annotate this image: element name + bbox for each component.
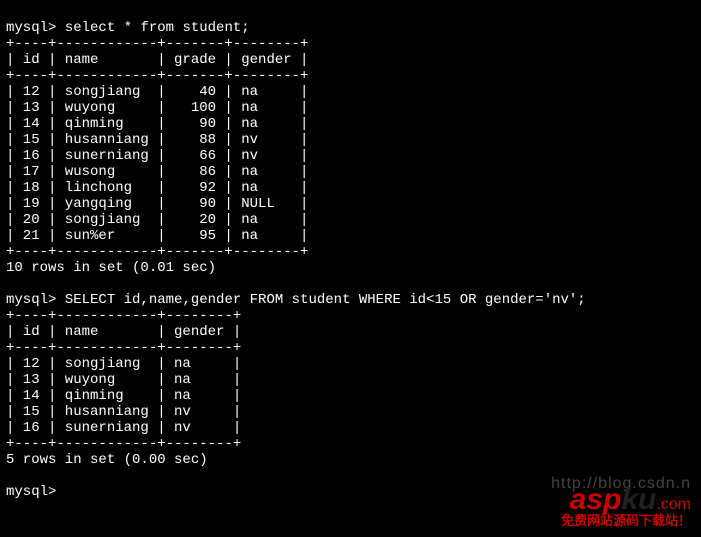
table1-row: | 18 | linchong | 92 | na | xyxy=(6,180,308,196)
table1-row: | 19 | yangqing | 90 | NULL | xyxy=(6,196,308,212)
watermark-sub: 免费网站源码下载站！ xyxy=(551,513,691,529)
table1-row: | 13 | wuyong | 100 | na | xyxy=(6,100,308,116)
sql-command-2: SELECT id,name,gender FROM student WHERE… xyxy=(65,292,586,308)
table2-header: | id | name | gender | xyxy=(6,324,241,340)
terminal-output: mysql> select * from student; +----+----… xyxy=(0,0,701,504)
table1-row: | 16 | sunerniang | 66 | nv | xyxy=(6,148,308,164)
table1-border: +----+------------+-------+--------+ xyxy=(6,68,308,84)
prompt[interactable]: mysql> select * from student; xyxy=(6,20,250,36)
table2-row: | 13 | wuyong | na | xyxy=(6,372,241,388)
table1-row: | 12 | songjiang | 40 | na | xyxy=(6,84,308,100)
watermark: http://blog.csdn.n aspku.com 免费网站源码下载站！ xyxy=(551,476,691,529)
table2-summary: 5 rows in set (0.00 sec) xyxy=(6,452,208,468)
table2-row: | 15 | husanniang | nv | xyxy=(6,404,241,420)
table1-border: +----+------------+-------+--------+ xyxy=(6,36,308,52)
table2-border: +----+------------+--------+ xyxy=(6,340,241,356)
table2-row: | 14 | qinming | na | xyxy=(6,388,241,404)
table2-border: +----+------------+--------+ xyxy=(6,308,241,324)
table1-row: | 17 | wusong | 86 | na | xyxy=(6,164,308,180)
table1-border: +----+------------+-------+--------+ xyxy=(6,244,308,260)
sql-command-1: select * from student; xyxy=(65,20,250,36)
watermark-brand: aspku.com xyxy=(551,492,691,513)
table1-header: | id | name | grade | gender | xyxy=(6,52,308,68)
prompt[interactable]: mysql> xyxy=(6,484,56,500)
table1-row: | 15 | husanniang | 88 | nv | xyxy=(6,132,308,148)
table1-row: | 21 | sun%er | 95 | na | xyxy=(6,228,308,244)
table1-row: | 20 | songjiang | 20 | na | xyxy=(6,212,308,228)
table1-summary: 10 rows in set (0.01 sec) xyxy=(6,260,216,276)
table2-row: | 12 | songjiang | na | xyxy=(6,356,241,372)
table1-row: | 14 | qinming | 90 | na | xyxy=(6,116,308,132)
table2-row: | 16 | sunerniang | nv | xyxy=(6,420,241,436)
prompt[interactable]: mysql> SELECT id,name,gender FROM studen… xyxy=(6,292,586,308)
table2-border: +----+------------+--------+ xyxy=(6,436,241,452)
